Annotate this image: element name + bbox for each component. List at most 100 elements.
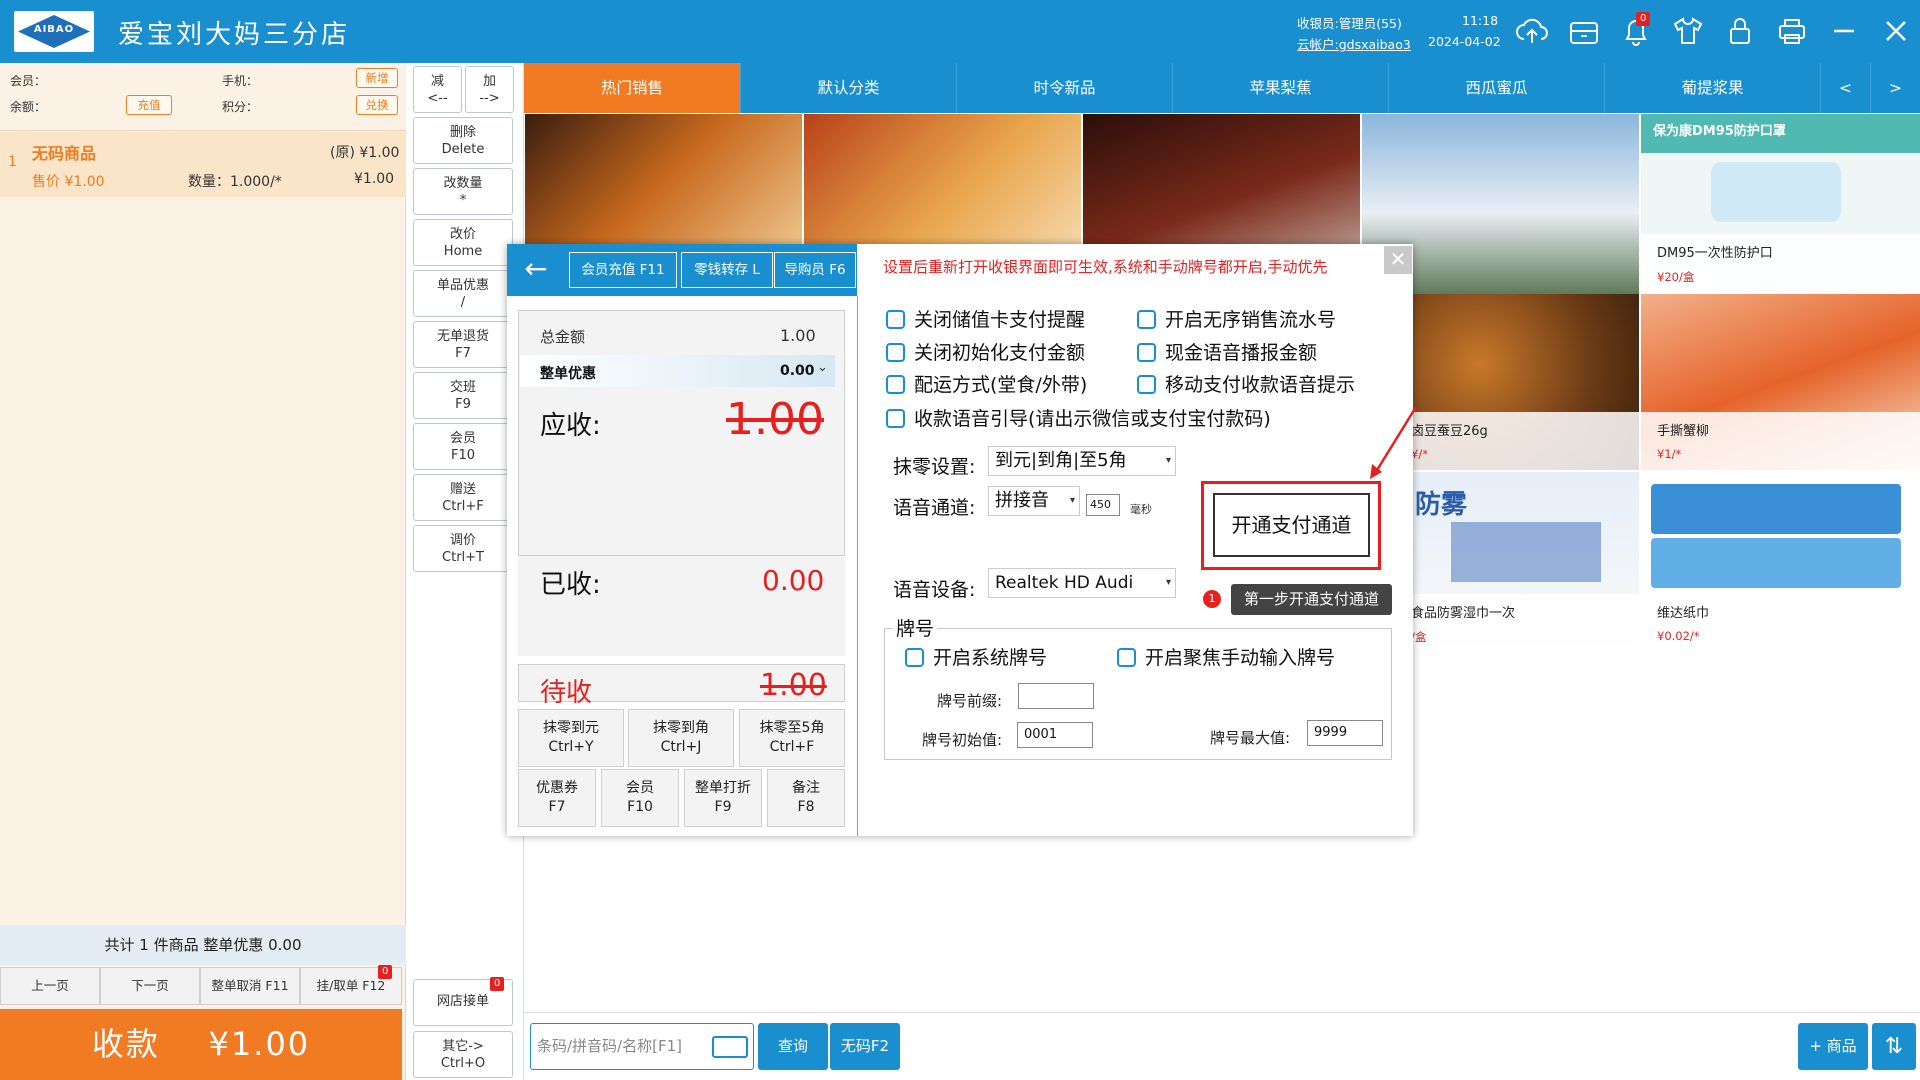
notification-badge: 0 (1636, 12, 1651, 26)
keyboard-icon[interactable] (712, 1036, 748, 1058)
balance-label: 余额： (10, 100, 47, 114)
plate-max-input[interactable]: 9999 (1307, 720, 1383, 746)
recharge-button[interactable]: 充值 (126, 95, 172, 115)
round-to-yuan-button[interactable]: 抹零到元 Ctrl+Y (518, 709, 624, 767)
back-arrow-icon[interactable]: ← (518, 252, 554, 288)
ms-unit-label: 毫秒 (1130, 503, 1152, 516)
chevron-down-icon: ⌄ (817, 360, 828, 375)
product-name: 食品防雾湿巾一次 (1411, 606, 1516, 621)
tab-melon[interactable]: 西瓜蜜瓜 (1388, 63, 1604, 113)
lock-icon[interactable] (1722, 13, 1758, 49)
voice-ms-input[interactable]: 450 (1086, 494, 1120, 516)
decrease-button[interactable]: 减 <-- (413, 66, 462, 113)
checkbox-system-plate[interactable]: 开启系统牌号 (905, 645, 1047, 671)
checkbox-disable-card-alert[interactable]: 关闭储值卡支付提醒 (886, 307, 1085, 333)
tab-apple-pear[interactable]: 苹果梨蕉 (1172, 63, 1388, 113)
hold-order-badge: 0 (378, 965, 393, 979)
checkbox-disable-init-amount[interactable]: 关闭初始化支付金额 (886, 340, 1085, 366)
checkbox-delivery-mode[interactable]: 配运方式(堂食/外带) (886, 372, 1087, 398)
open-payment-channel-button[interactable]: 开通支付通道 (1213, 493, 1370, 557)
cart-item-row[interactable]: 1 无码商品 (原) ¥1.00 售价 ¥1.00 数量：1.000/* ¥1.… (0, 132, 406, 197)
other-button[interactable]: 其它-> Ctrl+O (413, 1031, 513, 1078)
voice-device-select[interactable]: Realtek HD Audi ▾ (988, 568, 1176, 598)
item-discount-button[interactable]: 单品优惠 / (413, 270, 513, 317)
dialog-member-button[interactable]: 会员 F10 (601, 769, 679, 827)
change-qty-button[interactable]: 改数量 * (413, 168, 513, 215)
close-icon[interactable] (1878, 13, 1914, 49)
step-number-badge: 1 (1203, 590, 1221, 608)
tab-prev-arrow[interactable]: < (1820, 63, 1870, 113)
shopping-guide-button[interactable]: 导购员 F6 (774, 252, 856, 288)
remark-button[interactable]: 备注 F8 (767, 769, 845, 827)
shift-handover-button[interactable]: 交班 F9 (413, 372, 513, 419)
voice-device-label: 语音设备: (893, 579, 976, 601)
sort-icon[interactable]: ⇅ (1872, 1023, 1916, 1070)
round-to-jiao-button[interactable]: 抹零到角 Ctrl+J (628, 709, 734, 767)
new-member-button[interactable]: 新增 (356, 68, 398, 88)
tab-next-arrow[interactable]: > (1870, 63, 1920, 113)
tab-berries[interactable]: 葡提浆果 (1604, 63, 1820, 113)
arrow-pointer-icon (1370, 406, 1418, 479)
checkbox-voice-guide[interactable]: 收款语音引导(请出示微信或支付宝付款码) (886, 406, 1271, 432)
no-barcode-button[interactable]: 无码F2 (830, 1023, 900, 1070)
tshirt-icon[interactable] (1670, 13, 1706, 49)
pending-label: 待收 (540, 678, 593, 708)
plate-init-input[interactable]: 0001 (1017, 722, 1093, 748)
minimize-icon[interactable] (1826, 13, 1862, 49)
product-card[interactable]: 手撕蟹柳 ¥1/* (1641, 294, 1920, 470)
increase-button[interactable]: 加 --> (465, 66, 514, 113)
product-card[interactable]: 维达纸巾 ¥0.02/* (1641, 472, 1920, 652)
cart-summary: 共计 1 件商品 整单优惠 0.00 (0, 925, 406, 965)
voice-channel-select[interactable]: 拼接音 ▾ (988, 486, 1080, 516)
order-discount-button[interactable]: 整单打折 F9 (684, 769, 762, 827)
dropdown-arrow-icon: ▾ (1165, 577, 1171, 588)
voice-channel-label: 语音通道: (893, 497, 976, 519)
delete-button[interactable]: 删除 Delete (413, 117, 513, 164)
tab-hot[interactable]: 热门销售 (524, 63, 740, 113)
logo-text: AIBAO (33, 24, 75, 35)
tissue-box-shape (1651, 484, 1901, 534)
next-page-button[interactable]: 下一页 (100, 967, 200, 1005)
cash-drawer-icon[interactable] (1566, 13, 1602, 49)
cloud-account-link[interactable]: 云帐户:gdsxaibao3 (1297, 34, 1411, 53)
cloud-upload-icon[interactable] (1514, 13, 1550, 49)
prev-page-button[interactable]: 上一页 (0, 967, 100, 1005)
checkbox-manual-plate[interactable]: 开启聚焦手动输入牌号 (1117, 645, 1335, 671)
product-price: /盒 (1411, 630, 1427, 644)
discount-row[interactable]: 整单优惠 0.00 ⌄ (520, 355, 835, 387)
query-button[interactable]: 查询 (758, 1023, 828, 1070)
member-button[interactable]: 会员 F10 (413, 423, 513, 470)
adjust-price-button[interactable]: 调价 Ctrl+T (413, 525, 513, 572)
rounding-select[interactable]: 到元|到角|至5角 ▾ (988, 446, 1176, 476)
cashier-label: 收银员:管理员(55) (1297, 16, 1402, 31)
checkbox-mobile-pay-voice[interactable]: 移动支付收款语音提示 (1137, 372, 1355, 398)
checkout-button[interactable]: 收款 ¥1.00 (0, 1009, 402, 1080)
coupon-button[interactable]: 优惠券 F7 (518, 769, 596, 827)
cancel-order-button[interactable]: 整单取消 F11 (200, 967, 300, 1005)
product-card[interactable]: 防雾 食品防雾湿巾一次 /盒 (1411, 472, 1639, 652)
product-card[interactable]: 保为康DM95防护口罩 DM95一次性防护口 ¥20/盒 (1641, 114, 1920, 292)
change-store-button[interactable]: 零钱转存 L (681, 252, 773, 288)
tissue-box-shape (1651, 538, 1901, 588)
add-goods-button[interactable]: + 商品 (1798, 1023, 1868, 1070)
dialog-close-icon[interactable]: ✕ (1384, 246, 1412, 274)
return-button[interactable]: 无单退货 F7 (413, 321, 513, 368)
product-price: ¥20/盒 (1657, 270, 1695, 284)
gift-button[interactable]: 赠送 Ctrl+F (413, 474, 513, 521)
cart-item-qty: 数量：1.000/* (188, 174, 282, 190)
checkbox-cash-voice[interactable]: 现金语音播报金额 (1137, 340, 1317, 366)
tab-seasonal[interactable]: 时令新品 (956, 63, 1172, 113)
tab-default[interactable]: 默认分类 (740, 63, 956, 113)
cart-item-orig-price: (原) ¥1.00 (330, 145, 400, 161)
redeem-button[interactable]: 兑换 (356, 95, 398, 115)
due-label: 应收: (540, 411, 601, 441)
phone-label: 手机： (222, 74, 259, 88)
printer-icon[interactable] (1774, 13, 1810, 49)
product-card[interactable]: 卤豆蚕豆26g ¥/* (1411, 294, 1639, 470)
checkbox-unordered-serial[interactable]: 开启无序销售流水号 (1137, 307, 1336, 333)
step-tooltip: 第一步开通支付通道 (1231, 584, 1392, 615)
change-price-button[interactable]: 改价 Home (413, 219, 513, 266)
plate-prefix-input[interactable] (1018, 683, 1094, 709)
member-recharge-button[interactable]: 会员充值 F11 (569, 252, 677, 288)
round-to-half-button[interactable]: 抹零至5角 Ctrl+F (739, 709, 845, 767)
